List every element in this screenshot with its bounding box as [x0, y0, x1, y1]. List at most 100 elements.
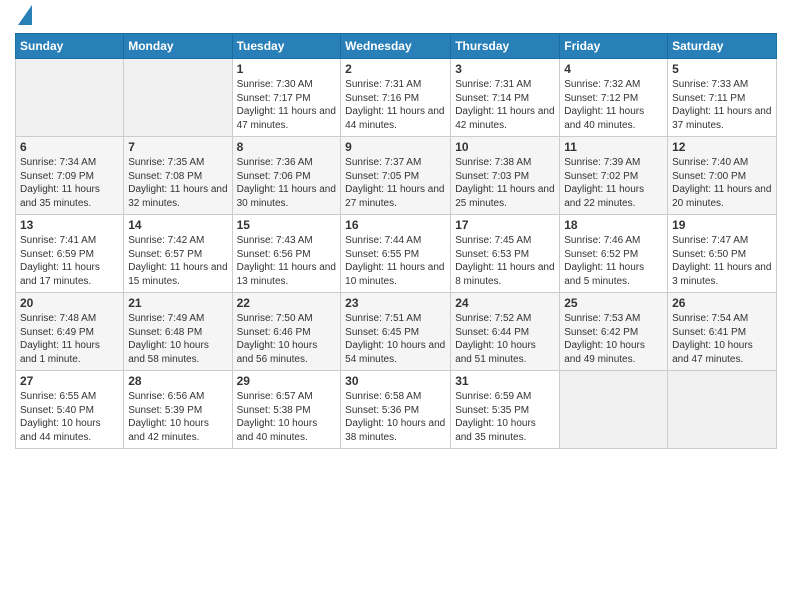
- day-info: Sunrise: 6:58 AM Sunset: 5:36 PM Dayligh…: [345, 390, 446, 444]
- calendar-cell: 7 Sunrise: 7:35 AM Sunset: 7:08 PM Daylig…: [124, 137, 232, 215]
- day-info: Sunrise: 7:53 AM Sunset: 6:42 PM Dayligh…: [564, 312, 663, 366]
- day-of-week-header: Thursday: [451, 34, 560, 59]
- day-number: 13: [20, 218, 119, 232]
- calendar-cell: 2Sunrise: 7:31 AM Sunset: 7:16 PM Daylig…: [341, 59, 451, 137]
- day-info: Sunrise: 7:35 AM Sunset: 7:08 PM Dayligh…: [128, 156, 227, 210]
- day-number: 27: [20, 374, 119, 388]
- day-of-week-header: Wednesday: [341, 34, 451, 59]
- day-info: Sunrise: 7:43 AM Sunset: 6:56 PM Dayligh…: [237, 234, 337, 288]
- calendar-cell: 4 Sunrise: 7:32 AM Sunset: 7:12 PM Daylig…: [560, 59, 668, 137]
- day-info: Sunrise: 7:52 AM Sunset: 6:44 PM Dayligh…: [455, 312, 555, 366]
- day-number: 10: [455, 140, 555, 154]
- calendar-cell: 13 Sunrise: 7:41 AM Sunset: 6:59 PM Dayli…: [16, 215, 124, 293]
- day-number: 12: [672, 140, 772, 154]
- day-info: Sunrise: 7:45 AM Sunset: 6:53 PM Dayligh…: [455, 234, 555, 288]
- day-of-week-header: Sunday: [16, 34, 124, 59]
- calendar-week-row: 6 Sunrise: 7:34 AM Sunset: 7:09 PM Daylig…: [16, 137, 777, 215]
- day-info: Sunrise: 6:57 AM Sunset: 5:38 PM Dayligh…: [237, 390, 337, 444]
- day-number: 1: [237, 62, 337, 76]
- day-number: 5: [672, 62, 772, 76]
- day-of-week-header: Tuesday: [232, 34, 341, 59]
- day-number: 31: [455, 374, 555, 388]
- calendar-cell: 11Sunrise: 7:39 AM Sunset: 7:02 PM Dayli…: [560, 137, 668, 215]
- calendar-week-row: 27 Sunrise: 6:55 AM Sunset: 5:40 PM Dayli…: [16, 371, 777, 449]
- day-number: 24: [455, 296, 555, 310]
- calendar-cell: 21 Sunrise: 7:49 AM Sunset: 6:48 PM Dayli…: [124, 293, 232, 371]
- calendar-cell: 12 Sunrise: 7:40 AM Sunset: 7:00 PM Dayli…: [668, 137, 777, 215]
- day-number: 4: [564, 62, 663, 76]
- day-of-week-header: Friday: [560, 34, 668, 59]
- day-info: Sunrise: 6:55 AM Sunset: 5:40 PM Dayligh…: [20, 390, 119, 444]
- day-info: Sunrise: 7:46 AM Sunset: 6:52 PM Dayligh…: [564, 234, 663, 288]
- calendar-header: SundayMondayTuesdayWednesdayThursdayFrid…: [16, 34, 777, 59]
- calendar-cell: 25 Sunrise: 7:53 AM Sunset: 6:42 PM Dayli…: [560, 293, 668, 371]
- day-number: 9: [345, 140, 446, 154]
- day-info: Sunrise: 7:39 AM Sunset: 7:02 PM Dayligh…: [564, 156, 663, 210]
- calendar-table: SundayMondayTuesdayWednesdayThursdayFrid…: [15, 33, 777, 449]
- day-info: Sunrise: 7:41 AM Sunset: 6:59 PM Dayligh…: [20, 234, 119, 288]
- calendar-cell: [16, 59, 124, 137]
- day-info: Sunrise: 7:50 AM Sunset: 6:46 PM Dayligh…: [237, 312, 337, 366]
- day-number: 6: [20, 140, 119, 154]
- logo: [15, 10, 32, 25]
- calendar-cell: 15Sunrise: 7:43 AM Sunset: 6:56 PM Dayli…: [232, 215, 341, 293]
- logo-triangle-icon: [18, 5, 32, 25]
- day-info: Sunrise: 7:33 AM Sunset: 7:11 PM Dayligh…: [672, 78, 772, 132]
- day-info: Sunrise: 7:51 AM Sunset: 6:45 PM Dayligh…: [345, 312, 446, 366]
- calendar-cell: 1 Sunrise: 7:30 AM Sunset: 7:17 PM Daylig…: [232, 59, 341, 137]
- day-info: Sunrise: 7:38 AM Sunset: 7:03 PM Dayligh…: [455, 156, 555, 210]
- calendar-cell: 26Sunrise: 7:54 AM Sunset: 6:41 PM Dayli…: [668, 293, 777, 371]
- day-number: 3: [455, 62, 555, 76]
- calendar-week-row: 13 Sunrise: 7:41 AM Sunset: 6:59 PM Dayli…: [16, 215, 777, 293]
- calendar-cell: 28 Sunrise: 6:56 AM Sunset: 5:39 PM Dayli…: [124, 371, 232, 449]
- calendar-cell: 31 Sunrise: 6:59 AM Sunset: 5:35 PM Dayli…: [451, 371, 560, 449]
- day-number: 7: [128, 140, 227, 154]
- day-number: 28: [128, 374, 227, 388]
- calendar-cell: 16Sunrise: 7:44 AM Sunset: 6:55 PM Dayli…: [341, 215, 451, 293]
- day-info: Sunrise: 7:49 AM Sunset: 6:48 PM Dayligh…: [128, 312, 227, 366]
- day-of-week-header: Saturday: [668, 34, 777, 59]
- day-info: Sunrise: 7:47 AM Sunset: 6:50 PM Dayligh…: [672, 234, 772, 288]
- day-info: Sunrise: 7:32 AM Sunset: 7:12 PM Dayligh…: [564, 78, 663, 132]
- calendar-cell: 27 Sunrise: 6:55 AM Sunset: 5:40 PM Dayli…: [16, 371, 124, 449]
- day-info: Sunrise: 7:42 AM Sunset: 6:57 PM Dayligh…: [128, 234, 227, 288]
- calendar-cell: 20Sunrise: 7:48 AM Sunset: 6:49 PM Dayli…: [16, 293, 124, 371]
- day-info: Sunrise: 7:40 AM Sunset: 7:00 PM Dayligh…: [672, 156, 772, 210]
- calendar-cell: 3Sunrise: 7:31 AM Sunset: 7:14 PM Daylig…: [451, 59, 560, 137]
- day-info: Sunrise: 7:54 AM Sunset: 6:41 PM Dayligh…: [672, 312, 772, 366]
- day-number: 21: [128, 296, 227, 310]
- calendar-body: 1 Sunrise: 7:30 AM Sunset: 7:17 PM Daylig…: [16, 59, 777, 449]
- day-number: 23: [345, 296, 446, 310]
- day-info: Sunrise: 7:31 AM Sunset: 7:16 PM Dayligh…: [345, 78, 446, 132]
- calendar-week-row: 1 Sunrise: 7:30 AM Sunset: 7:17 PM Daylig…: [16, 59, 777, 137]
- day-info: Sunrise: 7:36 AM Sunset: 7:06 PM Dayligh…: [237, 156, 337, 210]
- calendar-cell: 5 Sunrise: 7:33 AM Sunset: 7:11 PM Daylig…: [668, 59, 777, 137]
- day-info: Sunrise: 7:30 AM Sunset: 7:17 PM Dayligh…: [237, 78, 337, 132]
- day-number: 18: [564, 218, 663, 232]
- calendar-cell: 6 Sunrise: 7:34 AM Sunset: 7:09 PM Daylig…: [16, 137, 124, 215]
- header: [15, 10, 777, 25]
- calendar-cell: 22 Sunrise: 7:50 AM Sunset: 6:46 PM Dayli…: [232, 293, 341, 371]
- calendar-week-row: 20Sunrise: 7:48 AM Sunset: 6:49 PM Dayli…: [16, 293, 777, 371]
- calendar-cell: 14 Sunrise: 7:42 AM Sunset: 6:57 PM Dayli…: [124, 215, 232, 293]
- calendar-cell: 17Sunrise: 7:45 AM Sunset: 6:53 PM Dayli…: [451, 215, 560, 293]
- day-number: 19: [672, 218, 772, 232]
- day-info: Sunrise: 7:48 AM Sunset: 6:49 PM Dayligh…: [20, 312, 119, 366]
- day-number: 14: [128, 218, 227, 232]
- calendar-cell: [560, 371, 668, 449]
- calendar-cell: 9 Sunrise: 7:37 AM Sunset: 7:05 PM Daylig…: [341, 137, 451, 215]
- day-info: Sunrise: 7:37 AM Sunset: 7:05 PM Dayligh…: [345, 156, 446, 210]
- day-number: 29: [237, 374, 337, 388]
- calendar-cell: 23 Sunrise: 7:51 AM Sunset: 6:45 PM Dayli…: [341, 293, 451, 371]
- calendar-cell: 18 Sunrise: 7:46 AM Sunset: 6:52 PM Dayli…: [560, 215, 668, 293]
- calendar-cell: 10 Sunrise: 7:38 AM Sunset: 7:03 PM Dayli…: [451, 137, 560, 215]
- day-number: 22: [237, 296, 337, 310]
- day-info: Sunrise: 6:56 AM Sunset: 5:39 PM Dayligh…: [128, 390, 227, 444]
- calendar-cell: [124, 59, 232, 137]
- day-info: Sunrise: 6:59 AM Sunset: 5:35 PM Dayligh…: [455, 390, 555, 444]
- calendar-cell: 30Sunrise: 6:58 AM Sunset: 5:36 PM Dayli…: [341, 371, 451, 449]
- day-number: 25: [564, 296, 663, 310]
- day-of-week-header: Monday: [124, 34, 232, 59]
- day-info: Sunrise: 7:34 AM Sunset: 7:09 PM Dayligh…: [20, 156, 119, 210]
- day-number: 8: [237, 140, 337, 154]
